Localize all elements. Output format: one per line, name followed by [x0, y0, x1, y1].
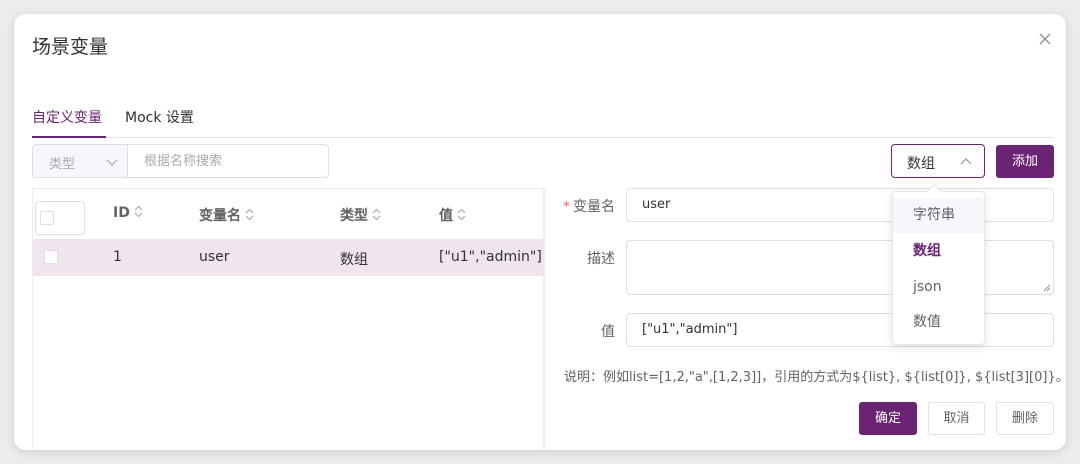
tab-custom-variables[interactable]: 自定义变量 [32, 110, 106, 138]
scene-variables-dialog: 场景变量 自定义变量 Mock 设置 类型 数组 添加 ID 变量名 [14, 14, 1066, 450]
description-textarea[interactable] [626, 240, 1054, 295]
column-header-type[interactable]: 类型 [340, 205, 381, 225]
table-header: ID 变量名 类型 值 [33, 189, 543, 239]
variables-table: ID 变量名 类型 值 1 user 数组 ["u1","admin"] [32, 188, 544, 450]
usage-note: 说明：例如list=[1,2,"a",[1,2,3]]，引用的方式为${list… [564, 370, 1066, 385]
variable-type-value: 数组 [907, 156, 935, 172]
column-header-name[interactable]: 变量名 [199, 205, 254, 225]
value-label: 值 [601, 324, 615, 340]
resize-handle-icon[interactable] [1043, 284, 1051, 292]
dropdown-option-array[interactable]: 数组 [893, 234, 984, 269]
dropdown-arrow [926, 183, 942, 199]
sort-icon[interactable] [245, 208, 254, 221]
type-dropdown-menu: 字符串 数组 json 数值 [892, 183, 985, 345]
select-all-checkbox[interactable] [40, 211, 54, 225]
dropdown-option-string[interactable]: 字符串 [893, 198, 984, 233]
dropdown-option-number[interactable]: 数值 [893, 305, 984, 340]
confirm-button[interactable]: 确定 [859, 402, 917, 435]
variable-name-input[interactable]: user [626, 188, 1054, 222]
required-asterisk: * [563, 199, 570, 215]
chevron-up-icon [960, 158, 972, 165]
description-label: 描述 [587, 251, 615, 267]
column-label: 值 [439, 208, 453, 224]
add-button[interactable]: 添加 [996, 145, 1054, 178]
cell-value: ["u1","admin"] [439, 249, 542, 265]
cancel-button[interactable]: 取消 [928, 402, 985, 435]
type-filter-placeholder: 类型 [49, 157, 76, 172]
row-checkbox[interactable] [44, 250, 58, 264]
search-input[interactable] [127, 144, 329, 178]
cell-type: 数组 [340, 252, 368, 268]
tab-mock-settings[interactable]: Mock 设置 [125, 110, 194, 138]
column-label: 变量名 [199, 208, 241, 224]
column-label: 类型 [340, 208, 368, 224]
cell-id: 1 [113, 249, 122, 265]
dialog-title: 场景变量 [32, 36, 109, 58]
sort-icon[interactable] [372, 208, 381, 221]
variable-name-label: * 变量名 [557, 196, 615, 216]
table-row[interactable]: 1 user 数组 ["u1","admin"] [33, 239, 544, 276]
column-label: ID [113, 205, 130, 221]
select-all-checkbox-cell[interactable] [35, 201, 85, 235]
value-input[interactable]: ["u1","admin"] [626, 313, 1054, 347]
delete-button[interactable]: 删除 [996, 402, 1054, 435]
sort-icon[interactable] [457, 208, 466, 221]
variable-name-label-text: 变量名 [573, 199, 615, 215]
type-filter-select[interactable]: 类型 [32, 144, 128, 178]
dropdown-option-json[interactable]: json [893, 270, 984, 305]
panel-divider [544, 188, 545, 450]
close-icon[interactable] [1036, 30, 1054, 48]
column-header-id[interactable]: ID [113, 205, 143, 221]
sort-icon[interactable] [134, 205, 143, 218]
chevron-down-icon [106, 159, 118, 166]
cell-name: user [199, 249, 230, 265]
tab-bar: 自定义变量 Mock 设置 [32, 110, 1054, 138]
column-header-value[interactable]: 值 [439, 205, 466, 225]
variable-type-select[interactable]: 数组 [891, 144, 985, 178]
